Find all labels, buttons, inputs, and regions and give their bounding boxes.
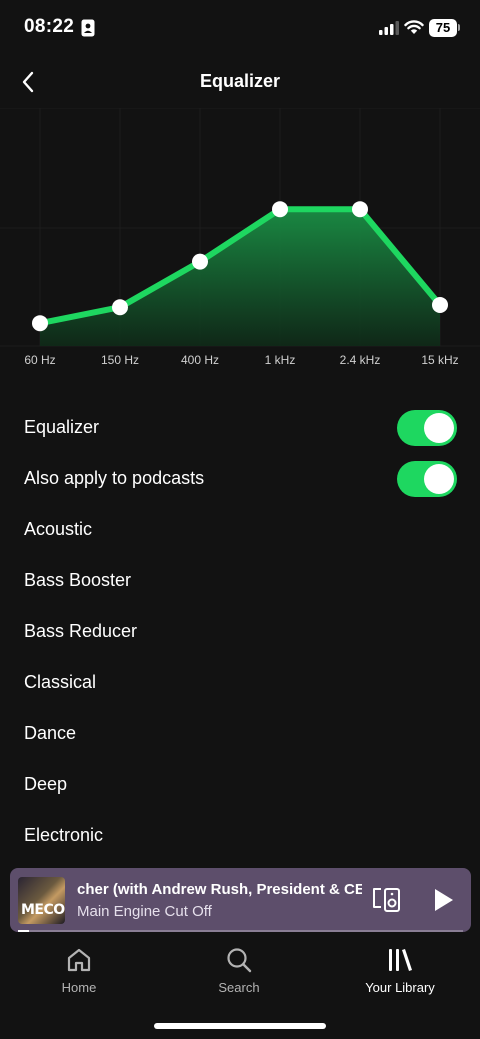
playback-progress-fill <box>18 930 30 932</box>
preset-classical[interactable]: Classical <box>0 657 480 708</box>
equalizer-graph[interactable]: 60 Hz 150 Hz 400 Hz 1 kHz 2.4 kHz 15 kHz <box>0 108 480 380</box>
home-indicator <box>154 1023 326 1029</box>
search-icon <box>227 948 252 973</box>
toggle-knob <box>424 413 454 443</box>
podcasts-toggle[interactable] <box>397 461 457 497</box>
eq-band-handle-1[interactable] <box>112 299 128 316</box>
wifi-icon <box>404 20 424 34</box>
contact-card-icon <box>81 19 95 37</box>
podcasts-toggle-row[interactable]: Also apply to podcasts <box>0 453 480 504</box>
preset-dance[interactable]: Dance <box>0 708 480 759</box>
status-bar: 08:22 75 <box>0 0 480 56</box>
mini-player[interactable]: MECO cher (with Andrew Rush, President &… <box>10 868 471 932</box>
eq-band-label: 15 kHz <box>421 353 458 367</box>
header: Equalizer <box>0 56 480 108</box>
eq-band-label: 2.4 kHz <box>340 353 381 367</box>
library-icon <box>389 949 412 971</box>
battery-indicator: 75 <box>429 19 457 37</box>
track-artist: Main Engine Cut Off <box>77 903 212 920</box>
eq-band-handle-4[interactable] <box>352 201 368 218</box>
status-time: 08:22 <box>24 16 75 37</box>
eq-band-handle-3[interactable] <box>272 201 288 218</box>
home-icon <box>67 948 91 972</box>
nav-your-library[interactable]: Your Library <box>340 946 460 995</box>
track-title: cher (with Andrew Rush, President & CEO) <box>77 881 362 898</box>
eq-band-label: 150 Hz <box>101 353 139 367</box>
equalizer-toggle[interactable] <box>397 410 457 446</box>
preset-bass-booster[interactable]: Bass Booster <box>0 555 480 606</box>
nav-search-label: Search <box>218 980 260 995</box>
eq-band-handle-2[interactable] <box>192 253 208 270</box>
nav-your-library-label: Your Library <box>365 980 435 995</box>
cellular-signal-icon <box>379 21 399 35</box>
preset-electronic[interactable]: Electronic <box>0 810 480 861</box>
page-title: Equalizer <box>199 71 281 91</box>
eq-band-handle-0[interactable] <box>32 315 48 332</box>
nav-home[interactable]: Home <box>19 946 139 995</box>
podcasts-toggle-label: Also apply to podcasts <box>24 468 205 488</box>
connect-device-icon[interactable] <box>372 887 402 913</box>
nav-search[interactable]: Search <box>179 946 299 995</box>
preset-deep[interactable]: Deep <box>0 759 480 810</box>
toggle-knob <box>424 464 454 494</box>
preset-acoustic[interactable]: Acoustic <box>0 504 480 555</box>
battery-tip <box>458 24 460 31</box>
equalizer-toggle-label: Equalizer <box>24 417 100 437</box>
preset-bass-reducer[interactable]: Bass Reducer <box>0 606 480 657</box>
playback-progress-track <box>18 930 463 932</box>
equalizer-toggle-row[interactable]: Equalizer <box>0 402 480 453</box>
album-art-logo: MECO <box>21 902 65 918</box>
settings-list: Equalizer Also apply to podcasts Acousti… <box>0 402 480 861</box>
play-icon[interactable] <box>428 885 458 915</box>
eq-band-label: 400 Hz <box>181 353 219 367</box>
nav-home-label: Home <box>61 980 97 995</box>
album-art: MECO <box>18 877 65 924</box>
eq-band-handle-5[interactable] <box>432 296 448 313</box>
bottom-nav: Home Search Your Library <box>0 940 480 1010</box>
eq-band-label: 60 Hz <box>24 353 55 367</box>
eq-band-label: 1 kHz <box>265 353 296 367</box>
